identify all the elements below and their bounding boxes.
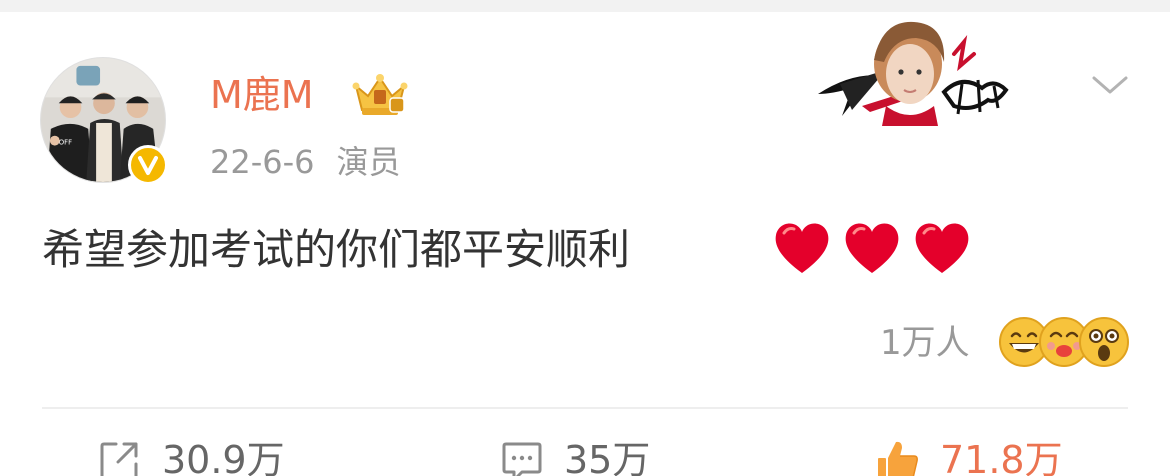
post-meta: 22-6-6 演员 [210,140,401,184]
reaction-emojis[interactable] [998,316,1130,370]
thumbs-up-icon [878,441,918,476]
red-heart-icon [845,223,899,273]
like-button[interactable]: 71.8万 [876,430,1063,476]
top-strip [0,0,1170,12]
comment-button[interactable]: 35万 [500,430,650,476]
astonished-face-icon [1079,317,1129,367]
verified-badge-icon [128,145,168,185]
repost-count: 30.9万 [162,438,285,476]
post-date[interactable]: 22-6-6 [210,143,315,181]
divider [42,407,1128,409]
card-decoration-illustration[interactable] [812,14,1016,126]
username[interactable]: M鹿M [210,70,314,120]
post-source: 演员 [336,143,401,181]
share-out-icon [100,442,138,476]
red-heart-icon [775,223,829,273]
reaction-count[interactable]: 1万人 [880,318,970,368]
repost-button[interactable]: 30.9万 [98,430,285,476]
comment-bubble-icon [502,442,542,476]
comment-count: 35万 [564,438,651,476]
like-count: 71.8万 [940,438,1063,476]
chevron-down-icon[interactable] [1090,70,1130,100]
svg-text:OFF: OFF [59,139,72,147]
post-text: 希望参加考试的你们都平安顺利 [42,225,631,274]
red-heart-icon [915,223,969,273]
crown-icon[interactable] [352,72,408,118]
heart-emojis [772,219,972,277]
